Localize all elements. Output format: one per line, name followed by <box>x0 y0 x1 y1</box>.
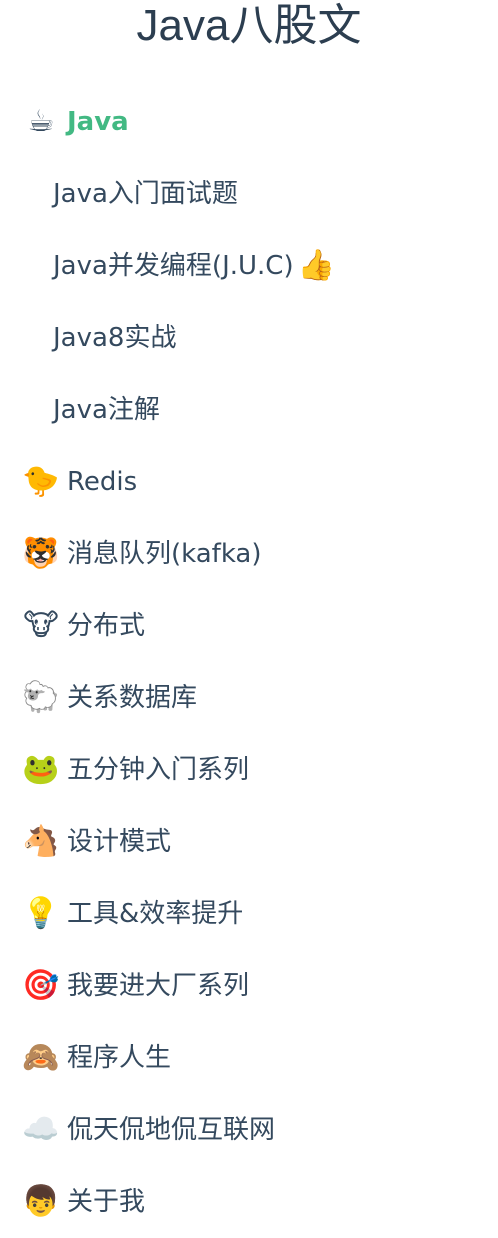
sidebar-item-label: Redis <box>67 467 138 497</box>
sidebar-item-distributed[interactable]: 🐮 分布式 <box>0 590 498 662</box>
sidebar-item-label: 关系数据库 <box>67 683 198 713</box>
tiger-face-icon: 🐯 <box>22 536 60 571</box>
sidebar-item-label: 五分钟入门系列 <box>67 755 250 785</box>
sidebar-item-label: 工具&效率提升 <box>67 899 244 929</box>
sidebar-title: Java八股文 <box>136 1 362 50</box>
sidebar-item-label: Java注解 <box>53 395 160 425</box>
sidebar-item-label: Java入门面试题 <box>53 179 238 209</box>
sidebar-subitem-java8[interactable]: Java8实战 <box>0 302 498 374</box>
light-bulb-icon: 💡 <box>22 896 60 931</box>
sidebar-item-label: 侃天侃地侃互联网 <box>67 1115 276 1145</box>
sidebar-subitem-java-annotations[interactable]: Java注解 <box>0 374 498 446</box>
sidebar-item-label: 我要进大厂系列 <box>67 971 250 1001</box>
sidebar-item-about-me[interactable]: 👦 关于我 <box>0 1166 498 1238</box>
cloud-icon: ☁️ <box>22 1112 60 1147</box>
horse-face-icon: 🐴 <box>22 824 60 859</box>
sidebar-item-five-minute-series[interactable]: 🐸 五分钟入门系列 <box>0 734 498 806</box>
target-icon: 🎯 <box>22 968 60 1003</box>
sidebar-item-java[interactable]: ☕ Java <box>0 86 498 158</box>
sidebar-item-tools[interactable]: 💡 工具&效率提升 <box>0 878 498 950</box>
see-no-evil-monkey-icon: 🙈 <box>22 1040 60 1075</box>
sidebar-item-design-patterns[interactable]: 🐴 设计模式 <box>0 806 498 878</box>
sheep-icon: 🐑 <box>22 680 60 715</box>
boy-icon: 👦 <box>22 1184 60 1219</box>
sidebar-item-relational-database[interactable]: 🐑 关系数据库 <box>0 662 498 734</box>
sidebar-item-internet-talk[interactable]: ☁️ 侃天侃地侃互联网 <box>0 1094 498 1166</box>
sidebar-item-programmer-life[interactable]: 🙈 程序人生 <box>0 1022 498 1094</box>
sidebar-nav: ☕ Java Java入门面试题 Java并发编程(J.U.C) 👍 Java8… <box>0 86 498 1238</box>
sidebar-item-redis[interactable]: 🐤 Redis <box>0 446 498 518</box>
sidebar-item-label: Java <box>67 107 129 137</box>
sidebar-item-label: 分布式 <box>67 611 146 641</box>
sidebar-subitem-java-concurrency[interactable]: Java并发编程(J.U.C) 👍 <box>0 230 498 302</box>
sidebar-item-label: 关于我 <box>67 1187 146 1217</box>
frog-face-icon: 🐸 <box>22 752 60 787</box>
cow-face-icon: 🐮 <box>23 608 59 643</box>
sidebar-item-label: Java并发编程(J.U.C) <box>53 251 294 281</box>
sidebar-item-label: 设计模式 <box>67 827 172 857</box>
sidebar-item-message-queue[interactable]: 🐯 消息队列(kafka) <box>0 518 498 590</box>
chick-icon: 🐤 <box>22 464 60 499</box>
sidebar-item-label: 程序人生 <box>67 1043 172 1073</box>
sidebar-item-label: Java8实战 <box>53 323 177 353</box>
thumbs-up-icon: 👍 <box>297 248 336 283</box>
sidebar-item-big-company-series[interactable]: 🎯 我要进大厂系列 <box>0 950 498 1022</box>
hot-beverage-icon: ☕ <box>27 104 55 139</box>
sidebar-subitem-java-interview[interactable]: Java入门面试题 <box>0 158 498 230</box>
sidebar-item-label: 消息队列(kafka) <box>67 539 262 569</box>
